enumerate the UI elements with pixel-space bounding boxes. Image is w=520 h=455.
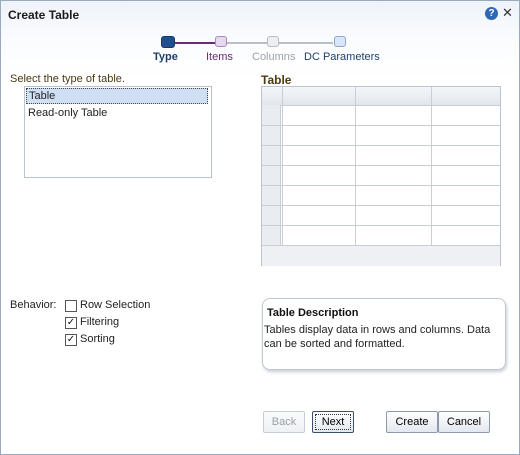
close-icon[interactable]: ✕ bbox=[501, 6, 514, 20]
description-title: Table Description bbox=[267, 307, 359, 319]
next-button[interactable]: Next bbox=[312, 411, 354, 433]
preview-title: Table bbox=[261, 73, 292, 87]
title-bar: Create Table ? ✕ bbox=[1, 1, 519, 29]
train-stop-columns bbox=[267, 36, 279, 47]
train-connector bbox=[173, 42, 217, 44]
help-icon[interactable]: ? bbox=[485, 7, 498, 20]
preview-footer bbox=[262, 245, 500, 266]
wizard-train: Type Items Columns DC Parameters bbox=[151, 35, 391, 69]
description-text: Tables display data in rows and columns.… bbox=[264, 324, 491, 350]
list-item[interactable]: Table bbox=[26, 88, 208, 104]
back-button[interactable]: Back bbox=[263, 411, 305, 433]
filtering-checkbox[interactable]: ✓ bbox=[65, 317, 77, 329]
sorting-label[interactable]: Sorting bbox=[80, 333, 115, 345]
filtering-label[interactable]: Filtering bbox=[80, 316, 119, 328]
cancel-button[interactable]: Cancel bbox=[438, 411, 490, 433]
dialog-title: Create Table bbox=[8, 8, 80, 22]
train-stop-items[interactable] bbox=[215, 36, 227, 47]
train-label-dc-parameters[interactable]: DC Parameters bbox=[304, 51, 380, 63]
sorting-checkbox[interactable]: ✓ bbox=[65, 334, 77, 346]
row-selection-checkbox[interactable] bbox=[65, 300, 77, 312]
create-table-dialog: Create Table ? ✕ Type Items Columns DC P… bbox=[0, 0, 520, 455]
train-stop-dc-parameters[interactable] bbox=[334, 36, 346, 47]
table-description-box: Table Description Tables display data in… bbox=[262, 298, 506, 370]
table-type-label: Select the type of table. bbox=[10, 73, 125, 85]
row-selection-label[interactable]: Row Selection bbox=[80, 299, 150, 311]
train-stop-type[interactable] bbox=[161, 36, 175, 48]
train-label-columns: Columns bbox=[252, 51, 296, 63]
train-connector bbox=[279, 42, 333, 44]
table-preview bbox=[261, 86, 501, 266]
preview-grid bbox=[262, 87, 500, 245]
train-label-type[interactable]: Type bbox=[153, 51, 178, 63]
table-type-listbox[interactable]: Table Read-only Table bbox=[24, 86, 212, 178]
create-button[interactable]: Create bbox=[386, 411, 438, 433]
behavior-label: Behavior: bbox=[10, 299, 57, 311]
train-connector bbox=[227, 42, 267, 44]
list-item[interactable]: Read-only Table bbox=[26, 105, 210, 121]
train-label-items[interactable]: Items bbox=[206, 51, 233, 63]
